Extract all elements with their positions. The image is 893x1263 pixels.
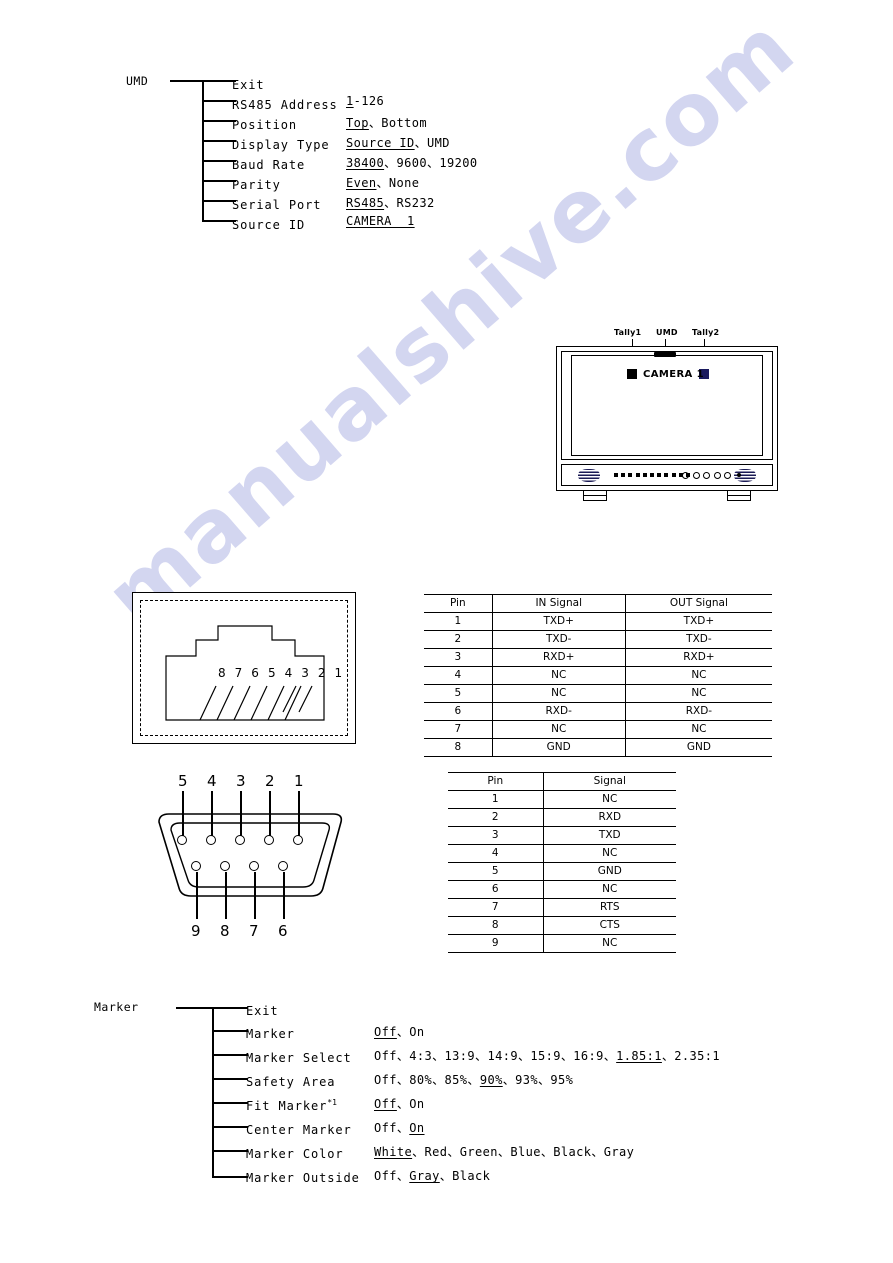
marker-row-marker-color: Marker Color White、Red、Green、Blue、Black、… (246, 1143, 634, 1162)
marker-row-label: Fit Marker*1 (246, 1098, 337, 1113)
marker-row-marker: Marker Off、On (246, 1023, 424, 1042)
marker-row-values: Off、On (374, 1025, 425, 1039)
marker-row-fit-marker: Fit Marker*1 Off、On (246, 1095, 424, 1114)
marker-row-safety-area: Safety Area Off、80%、85%、90%、93%、95% (246, 1071, 573, 1090)
footnote-marker: *1 (327, 1098, 337, 1107)
marker-branch (212, 1054, 248, 1056)
marker-branch (212, 1078, 248, 1080)
marker-row-exit: Exit (246, 1000, 279, 1019)
marker-row-label: Exit (246, 1004, 279, 1018)
marker-row-label: Safety Area (246, 1075, 336, 1089)
marker-row-values: White、Red、Green、Blue、Black、Gray (374, 1145, 635, 1159)
marker-branch (212, 1102, 248, 1104)
marker-row-values: Off、80%、85%、90%、93%、95% (374, 1073, 574, 1087)
marker-branch (212, 1126, 248, 1128)
marker-branch (212, 1030, 248, 1032)
marker-row-values: Off、On (374, 1121, 425, 1135)
marker-menu-root-label: Marker (94, 1000, 139, 1014)
marker-row-values: Off、4:3、13:9、14:9、15:9、16:9、1.85:1、2.35:… (374, 1049, 721, 1063)
marker-row-label: Center Marker (246, 1123, 352, 1137)
marker-row-marker-outside: Marker Outside Off、Gray、Black (246, 1167, 490, 1186)
marker-row-label: Marker Select (246, 1051, 352, 1065)
marker-row-label: Marker (246, 1027, 295, 1041)
marker-row-marker-select: Marker Select Off、4:3、13:9、14:9、15:9、16:… (246, 1047, 720, 1066)
marker-branch (212, 1176, 248, 1178)
marker-row-values: Off、Gray、Black (374, 1169, 491, 1183)
marker-row-values: Off、On (374, 1097, 425, 1111)
manual-page: manualshive.com UMD Exit RS485 Address 1… (0, 0, 893, 1263)
marker-row-label: Marker Outside (246, 1171, 360, 1185)
marker-row-label: Marker Color (246, 1147, 344, 1161)
marker-menu-tree: Marker Exit Marker Off、On Marker Select … (0, 0, 893, 1263)
marker-branch (212, 1150, 248, 1152)
marker-row-center-marker: Center Marker Off、On (246, 1119, 424, 1138)
